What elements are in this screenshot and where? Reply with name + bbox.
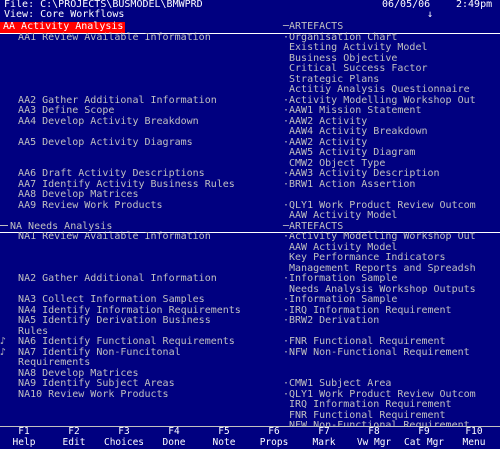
activity-item[interactable]: AA3 Define Scope xyxy=(0,105,114,117)
column-marker-icon: ↓ xyxy=(427,9,434,20)
fkey-number: F9 xyxy=(418,426,430,437)
outline-row[interactable]: Actitiy Analysis Questionnaire xyxy=(0,84,500,96)
activity-item[interactable]: NA10 Review Work Products xyxy=(0,389,169,401)
activity-item[interactable]: AA8 Develop Matrices xyxy=(0,189,138,201)
date-display: 06/05/06 xyxy=(382,0,431,10)
outline-row[interactable]: AA9 Review Work Products ·QLY1 Work Produ… xyxy=(0,200,500,212)
fkey-label: Done xyxy=(162,436,186,448)
fkey-label: Note xyxy=(212,436,236,448)
activity-item[interactable]: NA3 Collect Information Samples xyxy=(0,294,205,306)
fkey-label: Choices xyxy=(103,436,145,448)
activity-item[interactable]: AA6 Draft Activity Descriptions xyxy=(0,168,205,180)
section-title-text: AA Activity Analysis xyxy=(3,21,124,32)
outline-view[interactable]: AA Activity Analysis ─ARTEFACTS AA1 Revie… xyxy=(0,21,500,431)
fkey-number: F10 xyxy=(465,426,483,437)
fkey-edit-button[interactable]: F2 Edit xyxy=(50,426,98,449)
artefact-item[interactable]: ·AAW3 Activity Description xyxy=(283,168,440,180)
time-display: 2:49pm xyxy=(456,0,493,10)
activity-item[interactable]: NA5 Identify Derivation Business xyxy=(0,315,211,327)
outline-row[interactable]: NA9 Identify Subject Areas ·CMW1 Subject … xyxy=(0,378,500,390)
outline-row[interactable]: Key Performance Indicators xyxy=(0,252,500,264)
fkey-props-button[interactable]: F6 Props xyxy=(250,426,298,449)
section-collapse-marker-icon xyxy=(0,225,8,226)
activity-item[interactable]: AA4 Develop Activity Breakdown xyxy=(0,116,199,128)
artefact-item[interactable]: Existing Activity Model xyxy=(283,42,427,54)
section-title-text: NA Needs Analysis xyxy=(10,220,113,232)
artefact-item[interactable]: AAW5 Activity Diagram xyxy=(283,147,415,159)
fkey-label: Mark xyxy=(312,436,336,448)
artefact-item[interactable]: Actitiy Analysis Questionnaire xyxy=(283,84,470,96)
outline-row[interactable]: Existing Activity Model xyxy=(0,42,500,54)
outline-row[interactable]: AA6 Draft Activity Descriptions ·AAW3 Act… xyxy=(0,168,500,180)
outline-row[interactable]: Critical Success Factor xyxy=(0,63,500,75)
outline-row[interactable]: NA3 Collect Information Samples ·Informat… xyxy=(0,294,500,306)
activity-item[interactable]: NA9 Identify Subject Areas xyxy=(0,378,175,390)
outline-row[interactable]: NA1 Review Available Information ·Activit… xyxy=(0,231,500,243)
function-key-bar: F1 Help F2 Edit F3 Choices F4 Done F5 Note F6 Props… xyxy=(0,426,500,449)
fkey-done-button[interactable]: F4 Done xyxy=(150,426,198,449)
outline-row[interactable]: AAW4 Activity Breakdown xyxy=(0,126,500,138)
fkey-label: Menu xyxy=(462,436,486,448)
fkey-vw-mgr-button[interactable]: F8 Vw Mgr xyxy=(350,426,398,449)
fkey-number: F5 xyxy=(218,426,230,437)
fkey-note-button[interactable]: F5 Note xyxy=(200,426,248,449)
fkey-number: F4 xyxy=(168,426,180,437)
outline-row[interactable]: NA5 Identify Derivation Business ·BRW2 De… xyxy=(0,315,500,327)
fkey-number: F7 xyxy=(318,426,330,437)
artefact-item[interactable]: ·NFW Non-Functional Requirement xyxy=(283,347,470,359)
artefact-item[interactable]: AAW4 Activity Breakdown xyxy=(283,126,427,138)
fkey-number: F8 xyxy=(368,426,380,437)
outline-row[interactable]: AA3 Define Scope ·AAW1 Mission Statement xyxy=(0,105,500,117)
artefact-item[interactable]: Critical Success Factor xyxy=(283,63,427,75)
artefact-item[interactable]: ·BRW1 Action Assertion xyxy=(283,179,415,191)
activity-item[interactable]: NA2 Gather Additional Information xyxy=(0,273,217,285)
artefacts-column-header: ─ARTEFACTS xyxy=(283,21,344,33)
outline-row[interactable]: NA2 Gather Additional Information ·Inform… xyxy=(0,273,500,285)
fkey-menu-button[interactable]: F10 Menu xyxy=(450,426,498,449)
activity-item[interactable]: AA9 Review Work Products xyxy=(0,200,163,212)
artefact-item[interactable]: ·FNR Functional Requirement xyxy=(283,336,446,348)
outline-row[interactable]: IRQ Information Requirement xyxy=(0,399,500,411)
activity-item[interactable]: NA1 Review Available Information xyxy=(0,231,211,243)
artefact-item[interactable]: Key Performance Indicators xyxy=(283,252,446,264)
fkey-choices-button[interactable]: F3 Choices xyxy=(100,426,148,449)
activity-item[interactable]: AA1 Review Available Information xyxy=(0,32,211,44)
artefacts-label: ARTEFACTS xyxy=(289,21,344,32)
fkey-label: Edit xyxy=(62,436,86,448)
fkey-help-button[interactable]: F1 Help xyxy=(0,426,48,449)
artefact-item[interactable]: ·AAW1 Mission Statement xyxy=(283,105,421,117)
activity-item[interactable]: AA5 Develop Activity Diagrams xyxy=(0,137,193,149)
fkey-mark-button[interactable]: F7 Mark xyxy=(300,426,348,449)
outline-row[interactable]: AA5 Develop Activity Diagrams ·AAW2 Activ… xyxy=(0,137,500,149)
fkey-label: Help xyxy=(12,436,36,448)
artefact-item[interactable]: ·Activity Modelling Workshop Out xyxy=(283,231,476,243)
artefact-item[interactable]: ·CMW1 Subject Area xyxy=(283,378,391,390)
fkey-number: F1 xyxy=(18,426,30,437)
section-title[interactable]: AA Activity Analysis xyxy=(0,21,126,33)
fkey-label: Cat Mgr xyxy=(403,436,445,448)
outline-row[interactable]: ♪ NA6 Identify Functional Requirements ·F… xyxy=(0,336,500,348)
artefact-item[interactable]: ·Information Sample xyxy=(283,294,397,306)
artefact-item[interactable]: ·Information Sample xyxy=(283,273,397,285)
outline-row[interactable]: AA8 Develop Matrices xyxy=(0,189,500,201)
section-header[interactable]: AA Activity Analysis ─ARTEFACTS xyxy=(0,21,500,33)
activity-item[interactable]: ♪ NA6 Identify Functional Requirements xyxy=(0,336,235,348)
outline-row[interactable]: Requirements xyxy=(0,357,500,369)
activity-item[interactable]: Requirements xyxy=(0,357,90,369)
fkey-number: F2 xyxy=(68,426,80,437)
fkey-label: Props xyxy=(259,436,289,448)
view-name: View: Core Workflows xyxy=(4,9,125,20)
fkey-label: Vw Mgr xyxy=(356,436,392,448)
title-bar: File: C:\PROJECTS\BUSMODEL\BMWPRD View: … xyxy=(0,0,500,22)
fkey-number: F3 xyxy=(118,426,130,437)
artefacts-label: ARTEFACTS xyxy=(289,220,344,232)
artefact-item[interactable]: IRQ Information Requirement xyxy=(283,399,452,411)
outline-row[interactable]: AAW5 Activity Diagram xyxy=(0,147,500,159)
fkey-number: F6 xyxy=(268,426,280,437)
fkey-cat-mgr-button[interactable]: F9 Cat Mgr xyxy=(400,426,448,449)
artefact-item[interactable]: ·BRW2 Derivation xyxy=(283,315,379,327)
